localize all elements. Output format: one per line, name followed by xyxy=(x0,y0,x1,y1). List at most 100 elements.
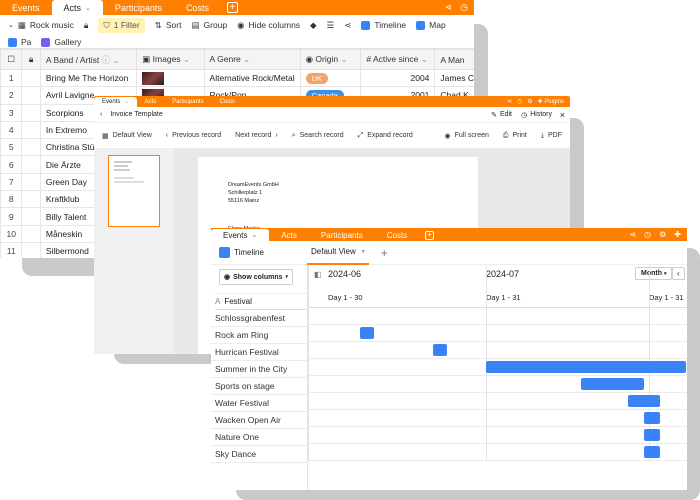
tab-acts[interactable]: Acts ⌄ xyxy=(51,0,103,15)
fullscreen-button[interactable]: ◉ Full screen xyxy=(445,132,489,140)
back-arrow-icon[interactable]: ‹ xyxy=(100,111,102,118)
group-icon: ▤ xyxy=(191,19,200,30)
tab-costs[interactable]: Costs xyxy=(375,229,419,241)
gallery-plugin-button[interactable]: Gallery xyxy=(41,37,81,47)
puzzle-icon[interactable]: ✚ xyxy=(674,230,681,239)
scale-selector[interactable]: Month ▾ xyxy=(635,267,673,280)
plugins-button[interactable]: ✚ Plugins xyxy=(538,98,564,105)
genre-cell[interactable]: Alternative Rock/Metal xyxy=(203,68,301,88)
timeline-plugin-button[interactable]: Timeline xyxy=(361,20,406,30)
chevron-down-icon[interactable]: ⌄ xyxy=(85,4,91,12)
tab-events[interactable]: Events ⌄ xyxy=(211,229,270,241)
origin-cell[interactable]: UK xyxy=(299,68,362,88)
expand-record-label: Expand record xyxy=(367,132,413,139)
festival-row-label[interactable]: Sports on stage xyxy=(211,378,307,395)
page-thumbnail[interactable] xyxy=(108,155,160,227)
history-icon[interactable]: ◷ xyxy=(517,98,522,105)
row-header-panel: ◉ Show columns ▾ A Festival Schlossgrabenfe… xyxy=(211,265,308,490)
gantt-bar[interactable] xyxy=(486,361,687,373)
gantt-bar[interactable] xyxy=(580,378,645,390)
tab-participants[interactable]: Participants xyxy=(164,97,211,107)
tab-costs[interactable]: Costs xyxy=(174,0,221,15)
share-view-icon[interactable]: ⋖ xyxy=(344,20,351,31)
tab-acts[interactable]: Acts xyxy=(137,97,165,107)
gantt-bar[interactable] xyxy=(644,412,660,424)
settings-icon[interactable]: ⚙ xyxy=(527,98,532,105)
tab-acts[interactable]: Acts xyxy=(269,229,309,241)
settings-icon[interactable]: ⚙ xyxy=(659,230,666,239)
filter-button[interactable]: ⛉ 1 Filter xyxy=(98,17,145,33)
view-tab-default[interactable]: Default View ▾ xyxy=(307,241,369,265)
gantt-bar[interactable] xyxy=(359,327,374,339)
text-type-icon: A xyxy=(45,54,52,65)
expand-record-button[interactable]: ⤢ Expand record xyxy=(358,132,413,140)
print-label: Print xyxy=(512,132,527,139)
view-selector[interactable]: ⌄ ▦ Rock music xyxy=(8,20,74,31)
active-since-cell[interactable]: 2004 xyxy=(360,68,436,88)
tab-events[interactable]: Events xyxy=(0,0,52,15)
manager-cell[interactable]: James C xyxy=(434,68,474,88)
band-image-thumbnail[interactable] xyxy=(142,71,165,85)
images-cell[interactable] xyxy=(136,68,205,88)
row-height-icon[interactable]: ☰ xyxy=(327,20,335,31)
sort-button[interactable]: ⇅ Sort xyxy=(155,20,182,31)
festival-row-label[interactable]: Rock am Ring xyxy=(211,327,307,344)
add-table-button[interactable]: + xyxy=(221,0,244,15)
history-icon[interactable]: ◷ xyxy=(644,230,651,239)
collapse-panel-icon[interactable]: ◧ xyxy=(314,270,322,279)
column-header-active-since[interactable]: # Active since ⌄ xyxy=(360,49,436,70)
select-all-checkbox[interactable]: ☐ xyxy=(0,49,23,70)
scroll-left-button[interactable]: ‹ xyxy=(672,267,685,280)
map-plugin-button[interactable]: Map xyxy=(416,20,446,30)
gantt-bar[interactable] xyxy=(644,429,660,441)
add-table-button[interactable]: + xyxy=(419,229,440,241)
next-record-button[interactable]: Next record › xyxy=(235,132,278,139)
column-header-man[interactable]: A Man xyxy=(434,49,474,70)
history-icon[interactable]: ◷ xyxy=(460,2,468,13)
default-view-button[interactable]: ▦ Default View xyxy=(102,132,152,140)
tab-participants[interactable]: Participants xyxy=(103,0,174,15)
band-cell[interactable]: Bring Me The Horizon xyxy=(39,68,138,88)
search-record-label: Search record xyxy=(299,132,344,139)
close-icon[interactable]: × xyxy=(560,110,565,120)
row-lock-cell xyxy=(21,190,41,209)
share-icon[interactable]: ⋖ xyxy=(507,98,512,105)
column-header-band[interactable]: A Band / Artist ⓘ ⌄ xyxy=(39,49,138,70)
festival-row-label[interactable]: Wacken Open Air xyxy=(211,412,307,429)
festival-row-label[interactable]: Summer in the City xyxy=(211,361,307,378)
row-lock-cell xyxy=(21,86,41,105)
group-button[interactable]: ▤ Group xyxy=(191,20,227,31)
table-row[interactable]: 1 Bring Me The Horizon Alternative Rock/Me… xyxy=(0,68,474,88)
column-label: Man xyxy=(448,54,465,65)
show-columns-button[interactable]: ◉ Show columns ▾ xyxy=(219,269,294,285)
tab-costs[interactable]: Costs xyxy=(212,97,243,107)
gantt-bar[interactable] xyxy=(628,395,660,407)
previous-record-label: Previous record xyxy=(172,132,222,139)
tab-participants[interactable]: Participants xyxy=(309,229,375,241)
search-record-button[interactable]: ⌕ Search record xyxy=(292,132,344,140)
festival-row-label[interactable]: Nature One xyxy=(211,429,307,446)
festival-row-label[interactable]: Sky Dance xyxy=(211,446,307,463)
pdf-button[interactable]: ⤓ PDF xyxy=(541,132,562,140)
column-header-genre[interactable]: A Genre ⌄ xyxy=(203,49,301,70)
row-lock-cell xyxy=(21,103,41,122)
gantt-bar[interactable] xyxy=(433,344,448,356)
share-icon[interactable]: ⋖ xyxy=(445,2,453,13)
previous-record-button[interactable]: ‹ Previous record xyxy=(166,132,221,139)
festival-row-label[interactable]: Water Festival xyxy=(211,395,307,412)
paint-bucket-icon[interactable]: ◆ xyxy=(310,20,317,31)
tab-events[interactable]: Events ⌄ xyxy=(94,97,137,107)
print-button[interactable]: ⎙ Print xyxy=(503,132,527,140)
add-view-button[interactable]: + xyxy=(381,246,388,260)
column-header-origin[interactable]: ◉ Origin ⌄ xyxy=(299,49,362,70)
page-plugin-button[interactable]: Pa xyxy=(8,37,31,47)
gantt-bar[interactable] xyxy=(644,446,660,458)
lock-icon[interactable]: 🔒︎ xyxy=(84,20,89,31)
edit-button[interactable]: ✎ Edit xyxy=(491,111,512,119)
history-button[interactable]: ◷ History xyxy=(521,111,552,119)
hide-columns-button[interactable]: ◉ Hide columns xyxy=(237,20,300,31)
column-header-images[interactable]: ▣ Images ⌄ xyxy=(136,49,205,70)
festival-row-label[interactable]: Hurrican Festival xyxy=(211,344,307,361)
share-icon[interactable]: ⋖ xyxy=(629,230,636,239)
festival-row-label[interactable]: Schlossgrabenfest xyxy=(211,310,307,327)
